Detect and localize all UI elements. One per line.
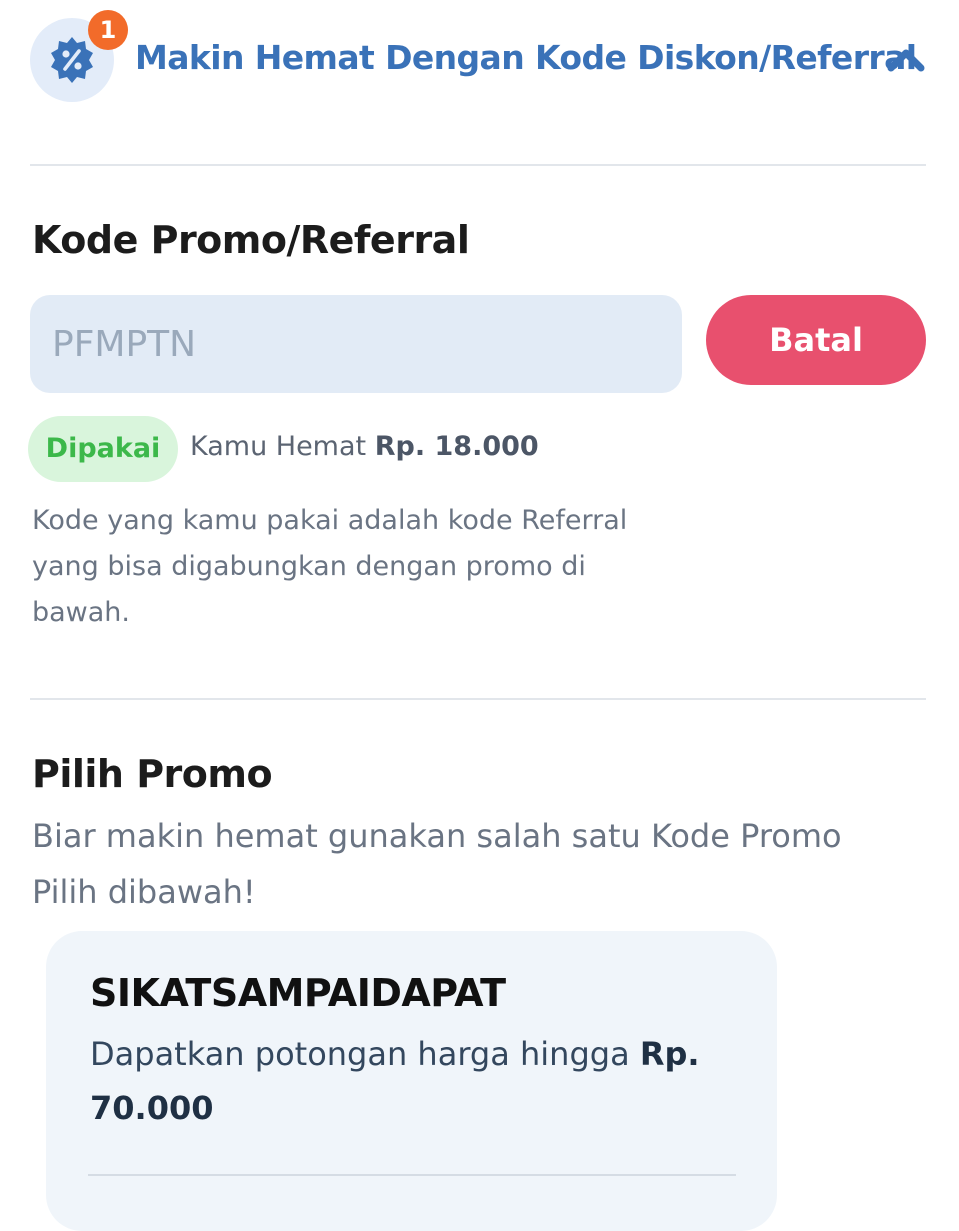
promo-description: Biar makin hemat gunakan salah satu Kode… (32, 817, 842, 911)
referral-section-title: Kode Promo/Referral (32, 218, 470, 262)
discount-gear-icon (51, 37, 93, 83)
chevron-up-icon[interactable] (886, 44, 926, 74)
cancel-button[interactable]: Batal (706, 295, 926, 385)
discount-header-title[interactable]: Makin Hemat Dengan Kode Diskon/Referral (135, 38, 917, 77)
promo-section-title: Pilih Promo (32, 752, 273, 796)
status-badge: Dipakai (28, 416, 178, 482)
promo-card-text: Dapatkan potongan harga hingga (90, 1035, 630, 1073)
savings-amount: Rp. 18.000 (374, 431, 539, 462)
section-divider (30, 698, 926, 700)
notification-badge: 1 (88, 10, 128, 50)
promo-code-input[interactable] (30, 295, 682, 393)
card-divider (88, 1174, 736, 1176)
promo-card-description: Dapatkan potongan harga hingga Rp. 70.00… (90, 1027, 730, 1135)
section-divider (30, 164, 926, 166)
promo-card-code: SIKATSAMPAIDAPAT (90, 971, 506, 1015)
promo-card[interactable]: SIKATSAMPAIDAPAT Dapatkan potongan harga… (46, 931, 777, 1231)
savings-info: Kamu Hemat Rp. 18.000 (190, 431, 539, 462)
discount-header[interactable]: 1 Makin Hemat Dengan Kode Diskon/Referra… (30, 10, 928, 108)
referral-note: Kode yang kamu pakai adalah kode Referra… (32, 505, 628, 628)
savings-label: Kamu Hemat (190, 431, 367, 462)
